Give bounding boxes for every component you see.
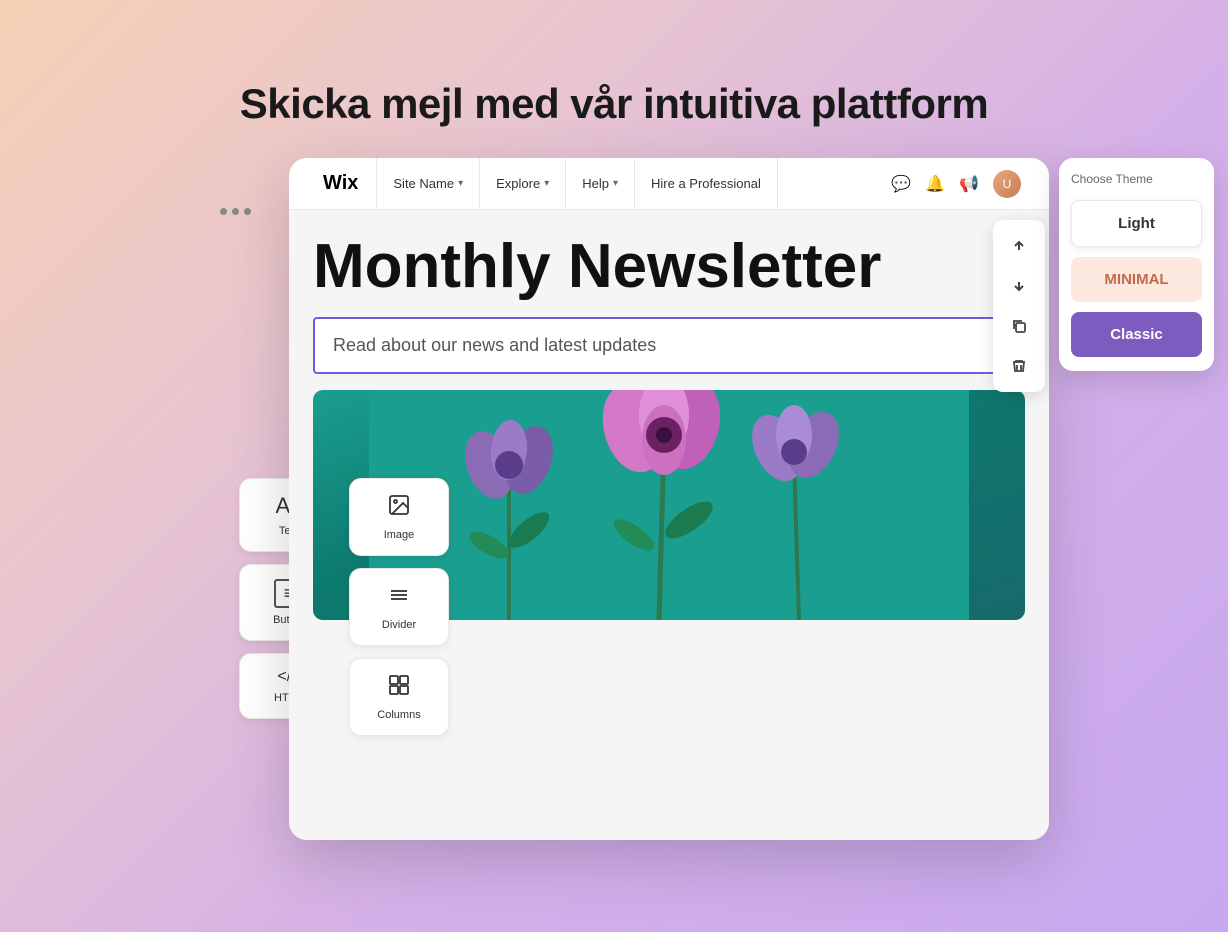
bell-icon[interactable]: 🔔 bbox=[925, 174, 945, 194]
nav-help[interactable]: Help ▾ bbox=[566, 158, 635, 209]
tool-columns[interactable]: Columns bbox=[349, 658, 449, 736]
copy-button[interactable] bbox=[1001, 308, 1037, 344]
nav-site-name[interactable]: Site Name ▾ bbox=[377, 158, 480, 209]
explore-label: Explore bbox=[496, 176, 540, 191]
wix-logo: Wix bbox=[305, 158, 377, 209]
theme-classic-button[interactable]: Classic bbox=[1071, 312, 1202, 357]
help-chevron: ▾ bbox=[613, 178, 618, 189]
newsletter-title: Monthly Newsletter bbox=[313, 234, 1025, 299]
editor-wrapper: Aa Text ≡ Button </> HTML Image bbox=[179, 158, 1049, 840]
hire-label: Hire a Professional bbox=[651, 176, 761, 191]
move-down-button[interactable] bbox=[1001, 268, 1037, 304]
comment-icon[interactable]: 💬 bbox=[891, 174, 911, 194]
site-name-label: Site Name bbox=[393, 176, 454, 191]
divider-icon bbox=[387, 583, 411, 613]
megaphone-icon[interactable]: 📢 bbox=[959, 174, 979, 194]
theme-panel: Choose Theme Light MINIMAL Classic bbox=[1059, 158, 1214, 371]
image-icon bbox=[387, 493, 411, 523]
page-title: Skicka mejl med vår intuitiva plattform bbox=[240, 80, 988, 128]
nav-icons: 💬 🔔 📢 U bbox=[879, 170, 1033, 198]
avatar[interactable]: U bbox=[993, 170, 1021, 198]
help-label: Help bbox=[582, 176, 609, 191]
nav-hire[interactable]: Hire a Professional bbox=[635, 158, 778, 209]
right-actions bbox=[993, 220, 1045, 392]
theme-light-button[interactable]: Light bbox=[1071, 200, 1202, 247]
move-up-button[interactable] bbox=[1001, 228, 1037, 264]
columns-label: Columns bbox=[377, 709, 420, 721]
columns-icon bbox=[387, 673, 411, 703]
outer-tools-right: Image Divider Columns bbox=[349, 478, 449, 736]
theme-minimal-button[interactable]: MINIMAL bbox=[1071, 257, 1202, 302]
theme-panel-title: Choose Theme bbox=[1071, 172, 1202, 186]
delete-button[interactable] bbox=[1001, 348, 1037, 384]
nav-explore[interactable]: Explore ▾ bbox=[480, 158, 566, 209]
tool-image[interactable]: Image bbox=[349, 478, 449, 556]
explore-chevron: ▾ bbox=[544, 178, 549, 189]
site-name-chevron: ▾ bbox=[458, 178, 463, 189]
tool-divider[interactable]: Divider bbox=[349, 568, 449, 646]
divider-label: Divider bbox=[382, 619, 416, 631]
image-label: Image bbox=[384, 529, 415, 541]
subtitle-box[interactable]: Read about our news and latest updates bbox=[313, 317, 1025, 374]
top-bar: Wix Site Name ▾ Explore ▾ Help ▾ Hire a … bbox=[289, 158, 1049, 210]
